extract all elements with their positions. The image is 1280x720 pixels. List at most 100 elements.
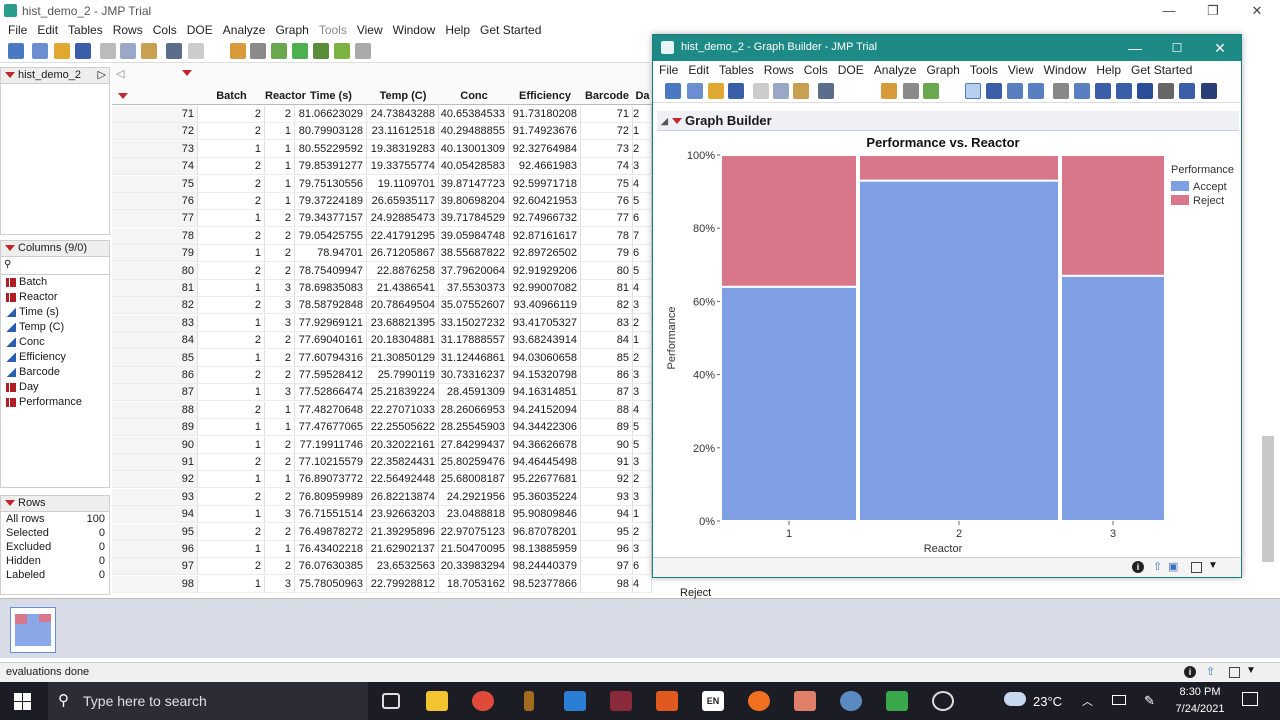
table-row[interactable]: 84 2 2 77.69040161 20.18304881 31.17888557 93.…	[112, 332, 652, 350]
table-cell[interactable]: 92.91929206	[509, 262, 581, 280]
table-cell[interactable]: 1	[265, 193, 295, 210]
zoom-icon[interactable]	[1116, 83, 1132, 99]
table-cell[interactable]: 78	[581, 227, 633, 245]
table-cell[interactable]: 76	[581, 193, 633, 210]
new-script-icon[interactable]	[32, 43, 48, 59]
table-cell[interactable]: 79.34377157	[295, 210, 367, 228]
gb-menu-tools[interactable]: Tools	[966, 61, 1004, 77]
table-cell[interactable]: 2	[198, 106, 265, 123]
table-cell[interactable]: 78.58792848	[295, 297, 367, 315]
open-icon[interactable]	[708, 83, 724, 99]
table-row[interactable]: 78 2 2 79.05425755 22.41791295 39.05984748 92.…	[112, 227, 652, 245]
table-row[interactable]: 95 2 2 76.49878272 21.39295896 22.97075123 96.…	[112, 523, 652, 541]
help-tool-icon[interactable]	[986, 83, 1002, 99]
table-row[interactable]: 73 1 1 80.55229592 19.38319283 40.13001309 92.…	[112, 140, 652, 158]
minimize-icon[interactable]: —	[1146, 0, 1192, 21]
table-cell[interactable]: 1	[198, 506, 265, 524]
checkbox-icon[interactable]	[1229, 667, 1240, 678]
table-cell[interactable]: 20.18304881	[367, 332, 439, 350]
new-table-icon[interactable]	[8, 43, 24, 59]
table-cell[interactable]: 75	[581, 175, 633, 193]
table-cell[interactable]: 1	[198, 314, 265, 332]
paste-icon[interactable]	[793, 83, 809, 99]
table-cell[interactable]: 35.07552607	[439, 297, 509, 315]
table-cell[interactable]: 3	[265, 384, 295, 402]
up-arrow-icon[interactable]: ⇧	[1206, 665, 1215, 678]
table-cell[interactable]: 3	[633, 488, 652, 506]
table-cell[interactable]: 2	[633, 140, 652, 158]
table-cell[interactable]: 92.59971718	[509, 175, 581, 193]
table-cell[interactable]: 7	[633, 227, 652, 245]
table-cell[interactable]: 98.13885959	[509, 541, 581, 558]
row-number[interactable]: 82	[112, 297, 198, 315]
graph-builder-outline[interactable]: ◢ Graph Builder	[657, 111, 1239, 131]
table-cell[interactable]: 2	[265, 454, 295, 471]
table-cell[interactable]: 25.7990119	[367, 367, 439, 384]
table-cell[interactable]: 40.29488855	[439, 123, 509, 141]
table-cell[interactable]: 73	[581, 140, 633, 158]
table-cell[interactable]: 2	[265, 523, 295, 541]
table-cell[interactable]: 3	[265, 575, 295, 593]
red-triangle-icon[interactable]	[672, 118, 682, 124]
table-cell[interactable]: 1	[198, 140, 265, 158]
table-cell[interactable]: 23.68821395	[367, 314, 439, 332]
column-search[interactable]: ⚲	[1, 257, 109, 275]
new-table-icon[interactable]	[665, 83, 681, 99]
table-cell[interactable]: 93.40966119	[509, 297, 581, 315]
app-red-icon[interactable]	[472, 691, 494, 711]
row-number[interactable]: 80	[112, 262, 198, 280]
column-header[interactable]: Barcode	[581, 90, 633, 102]
table-cell[interactable]: 4	[633, 280, 652, 297]
table-cell[interactable]: 80.79903128	[295, 123, 367, 141]
brush-icon[interactable]	[1074, 83, 1090, 99]
row-number[interactable]: 81	[112, 280, 198, 297]
table-cell[interactable]: 76.80959989	[295, 488, 367, 506]
table-cell[interactable]: 22.25505622	[367, 419, 439, 437]
table-cell[interactable]: 76.71551514	[295, 506, 367, 524]
table-cell[interactable]: 1	[198, 245, 265, 263]
red-triangle-icon[interactable]	[5, 72, 15, 79]
table-row[interactable]: 80 2 2 78.75409947 22.8876258 37.79620064 92.9…	[112, 262, 652, 280]
table-row[interactable]: 74 2 1 79.85391277 19.33755774 40.05428583 92.…	[112, 158, 652, 176]
table-cell[interactable]: 2	[265, 245, 295, 263]
table-cell[interactable]: 92.60421953	[509, 193, 581, 210]
main-menu-tables[interactable]: Tables	[64, 21, 109, 37]
table-cell[interactable]: 1	[265, 175, 295, 193]
table-cell[interactable]: 2	[198, 123, 265, 141]
table-cell[interactable]: 24.73843288	[367, 106, 439, 123]
row-number[interactable]: 79	[112, 245, 198, 263]
row-number[interactable]: 72	[112, 123, 198, 141]
arrow-icon[interactable]	[334, 43, 350, 59]
table-row[interactable]: 90 1 2 77.19911746 20.32022161 27.84299437 94.…	[112, 436, 652, 454]
dropdown-icon[interactable]: ▼	[1246, 665, 1256, 676]
lock-icon[interactable]	[188, 43, 204, 59]
main-menu-window[interactable]: Window	[389, 21, 442, 37]
table-cell[interactable]: 80	[581, 262, 633, 280]
layout-icon[interactable]	[1201, 83, 1217, 99]
red-triangle-icon[interactable]	[182, 70, 192, 76]
table-cell[interactable]: 71	[581, 106, 633, 123]
table-cell[interactable]: 91.74923676	[509, 123, 581, 141]
column-header[interactable]: Temp (C)	[367, 90, 439, 102]
row-number[interactable]: 77	[112, 210, 198, 228]
table-cell[interactable]: 25.21839224	[367, 384, 439, 402]
table-cell[interactable]: 89	[581, 419, 633, 437]
table-cell[interactable]: 91.73180208	[509, 106, 581, 123]
table-cell[interactable]: 1	[265, 419, 295, 437]
table-cell[interactable]: 4	[633, 175, 652, 193]
table-cell[interactable]: 26.82213874	[367, 488, 439, 506]
table-cell[interactable]: 37.79620064	[439, 262, 509, 280]
table-cell[interactable]: 1	[265, 471, 295, 489]
table-cell[interactable]: 3	[265, 280, 295, 297]
table-cell[interactable]: 5	[633, 436, 652, 454]
table-cell[interactable]: 25.80259476	[439, 454, 509, 471]
table-cell[interactable]: 78.69835083	[295, 280, 367, 297]
info-icon[interactable]: i	[1184, 666, 1196, 678]
table-cell[interactable]: 26.71205867	[367, 245, 439, 263]
column-item[interactable]: Reactor	[1, 290, 109, 305]
paste-icon[interactable]	[141, 43, 157, 59]
table-panel-header[interactable]: hist_demo_2 ▷	[1, 68, 109, 84]
save-icon[interactable]	[728, 83, 744, 99]
red-triangle-icon[interactable]	[5, 500, 15, 507]
main-menu-get-started[interactable]: Get Started	[476, 21, 547, 37]
